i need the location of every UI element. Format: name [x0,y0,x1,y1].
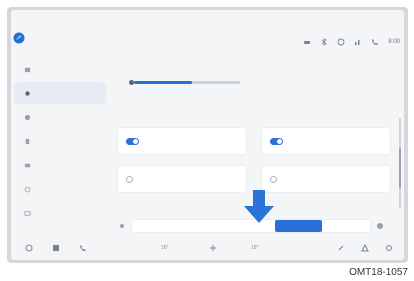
bluetooth-icon [322,38,327,46]
bright-icon [377,223,383,229]
sidebar [14,58,106,226]
user-icon [361,244,369,252]
sidebar-item-home[interactable] [14,58,106,80]
toggle-switch[interactable] [126,137,139,145]
home-icon [24,67,31,72]
segment-cell[interactable] [322,220,370,232]
segment-cell[interactable] [132,220,180,232]
sidebar-item-lights[interactable] [14,82,106,104]
down-arrow-icon [244,190,274,223]
sidebar-item-display[interactable] [14,202,106,224]
sidebar-item-mirrors[interactable] [14,154,106,176]
display-icon [24,210,31,216]
brand-logo-icon [13,32,25,44]
option-card-4[interactable] [262,166,390,192]
brightness-track[interactable] [134,81,240,84]
temp-right[interactable]: 16° [251,242,259,254]
temp-left-value: 16° [161,245,169,251]
sidebar-item-settings[interactable] [14,178,106,200]
temp-right-value: 16° [251,245,259,251]
option-card-1[interactable] [118,128,246,154]
figure-caption: OMT18-1057 [349,267,408,278]
settings-button[interactable] [385,242,393,254]
settings-icon [24,186,31,192]
sidebar-item-doors[interactable] [14,106,106,128]
bottom-grid-button[interactable] [52,242,60,254]
toggle-switch[interactable] [270,137,283,145]
dim-icon [120,224,124,228]
segment-cell[interactable] [180,220,228,232]
bottom-phone-button[interactable] [79,242,87,254]
car-icon [25,244,33,252]
phone-icon [372,39,379,45]
brightness-fill [134,81,193,84]
fan-icon [210,245,216,251]
scrollbar-thumb[interactable] [399,148,401,188]
mirror-icon [24,163,31,167]
climate-button[interactable] [209,242,217,254]
bottom-bar: 16° 16° [11,238,404,260]
seat-icon [25,138,30,144]
radio-button[interactable] [270,175,277,183]
grid-icon [53,245,59,251]
segment-cell-selected[interactable] [274,220,323,232]
phone-icon [338,245,344,251]
gear-icon [386,245,392,251]
bottom-car-button[interactable] [25,242,33,254]
scrollbar[interactable] [399,118,401,208]
status-bar: 8:00 [303,37,400,47]
volume-button[interactable] [337,242,345,254]
wifi-icon [337,38,345,46]
temp-left[interactable]: 16° [161,242,169,254]
radio-button[interactable] [126,175,133,183]
clock: 8:00 [388,39,400,45]
option-card-3[interactable] [118,166,246,192]
light-icon [25,90,30,96]
brightness-slider[interactable] [126,72,246,92]
signal-icon [355,40,360,45]
car-icon [304,41,311,44]
door-icon [24,114,31,120]
sidebar-item-seats[interactable] [14,130,106,152]
option-card-2[interactable] [262,128,390,154]
phone-icon [80,245,86,251]
user-button[interactable] [361,242,369,254]
